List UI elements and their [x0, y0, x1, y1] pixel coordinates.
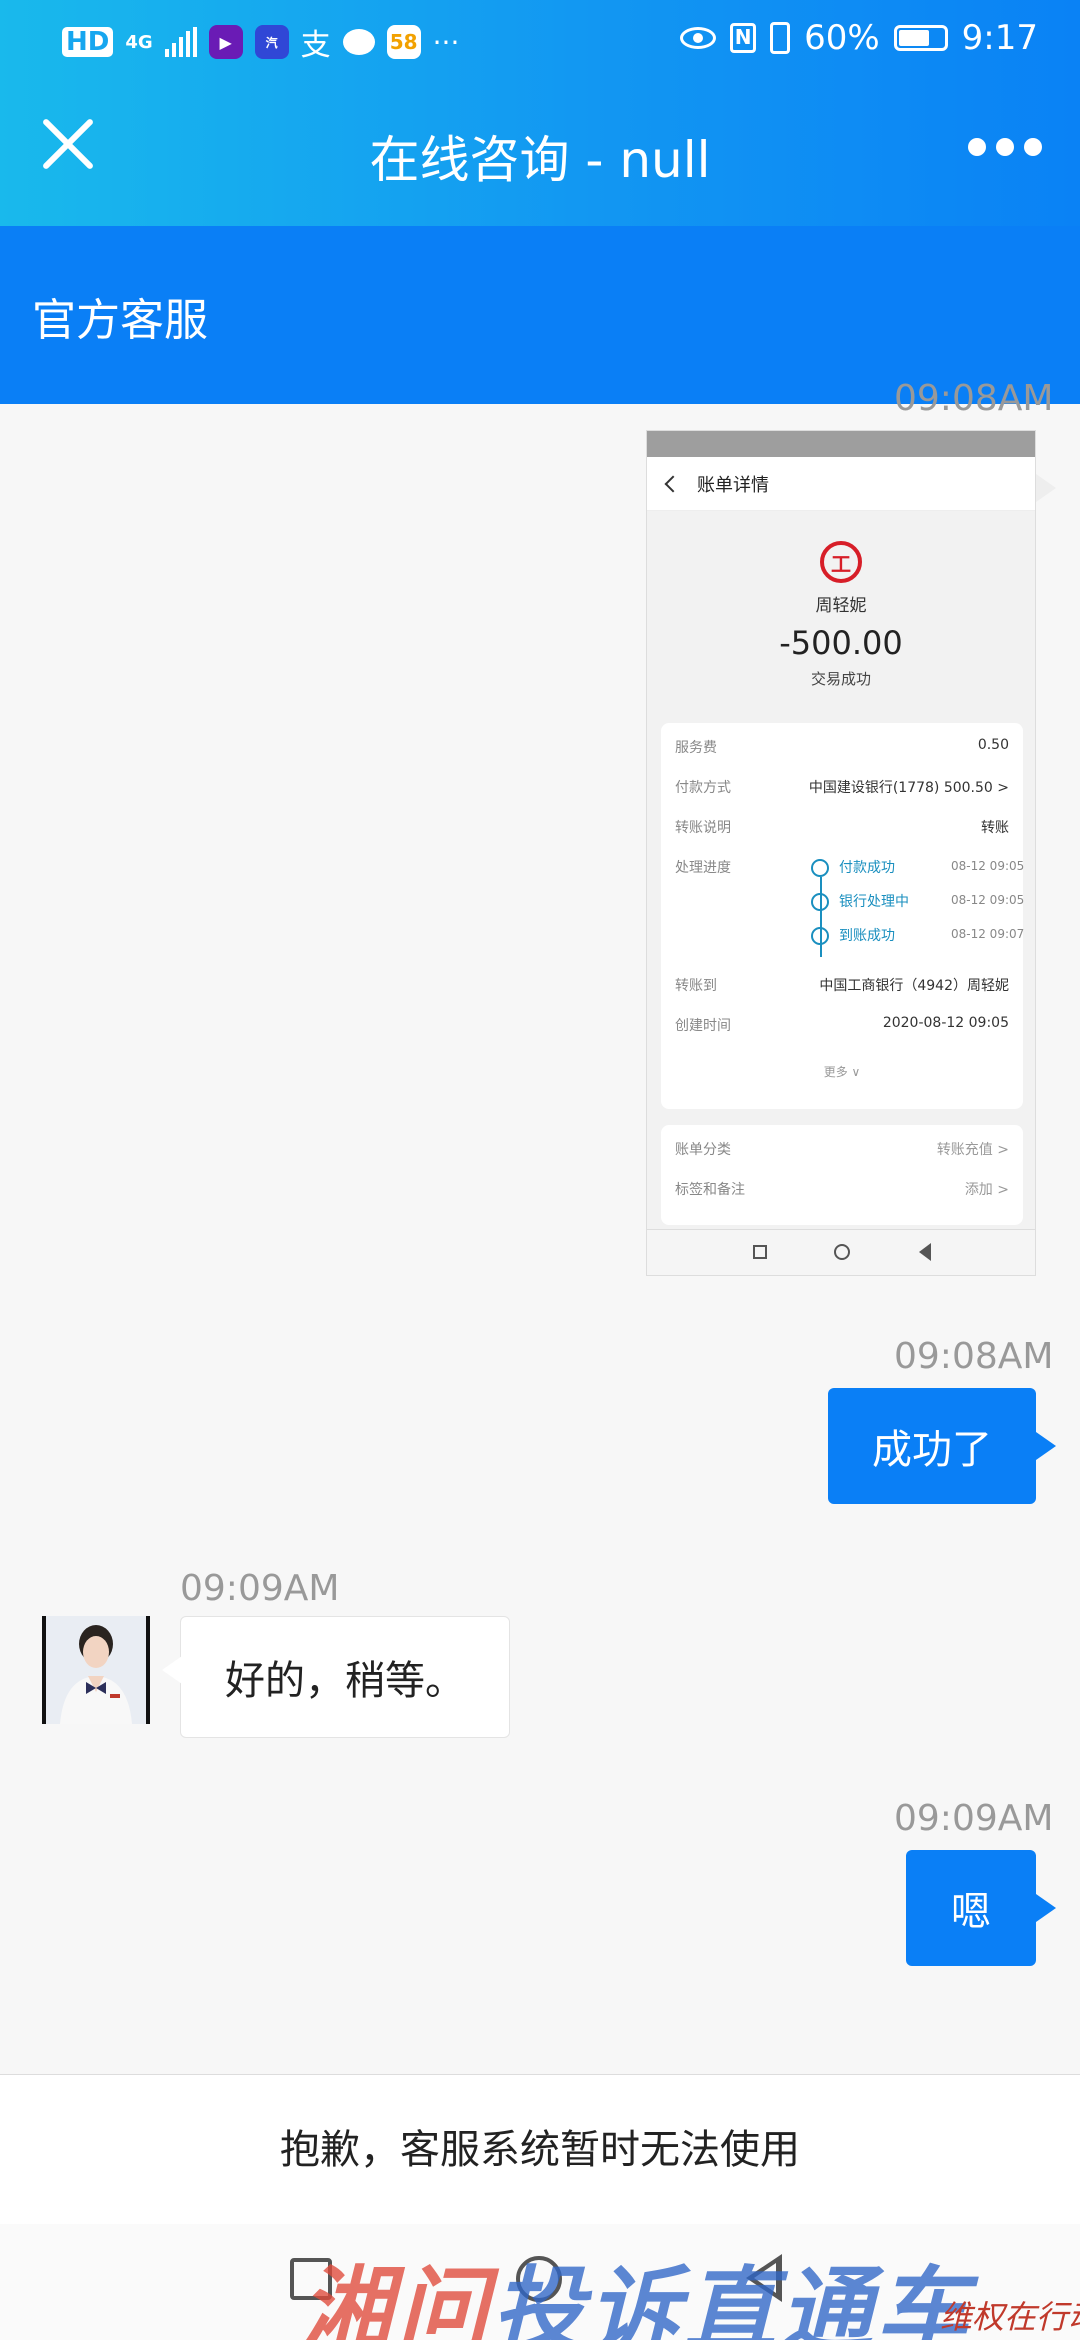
agent-avatar-image: [46, 1616, 146, 1724]
shot-amount: -500.00: [779, 624, 903, 662]
bubble-tail: [162, 1656, 182, 1684]
notice-text: 抱歉，客服系统暂时无法使用: [280, 2127, 800, 2173]
message-text: 成功了: [872, 1427, 992, 1473]
chat-area[interactable]: 09:08AM 账单详情 工 周轻妮 -500.00 交易成功 服务费 0.50 …: [0, 0, 1080, 2074]
shot-more-link: 更多 ∨: [823, 1065, 861, 1079]
shot-row: 标签和备注 添加 >: [675, 1182, 1009, 1198]
shot-summary: 工 周轻妮 -500.00 交易成功: [647, 511, 1035, 709]
chat-screen: HD 4G ▶ 汽 支 58 ··· N 60% 9:17 在线咨询 - nul…: [0, 0, 1080, 2340]
outgoing-message[interactable]: 嗯: [906, 1850, 1036, 1966]
bubble-tail: [1036, 474, 1056, 502]
shot-status-bar: [647, 431, 1035, 457]
incoming-message[interactable]: 好的，稍等。: [180, 1616, 510, 1738]
shot-row: 创建时间 2020-08-12 09:05: [675, 1015, 1009, 1034]
message-timestamp: 09:08AM: [894, 378, 1054, 419]
shot-status: 交易成功: [810, 670, 871, 688]
bubble-tail: [1036, 1894, 1056, 1922]
shot-title: 账单详情: [697, 474, 769, 496]
shot-detail-card: 服务费 0.50 付款方式 中国建设银行(1778) 500.50 > 转账说明 转账…: [661, 723, 1024, 1109]
progress-step: 银行处理中 08-12 09:05: [811, 891, 1024, 911]
watermark-slogan: 维权在行动: [940, 2298, 1080, 2336]
shot-nav-bar: [647, 1229, 1035, 1275]
shot-row: 服务费 0.50: [675, 737, 1009, 756]
shot-header: 账单详情: [647, 457, 1035, 511]
shot-row: 账单分类 转账充值 >: [675, 1142, 1009, 1158]
message-text: 嗯: [951, 1889, 991, 1935]
service-unavailable-notice: 抱歉，客服系统暂时无法使用: [0, 2074, 1080, 2224]
icbc-logo-icon: 工: [820, 541, 862, 583]
message-timestamp: 09:09AM: [180, 1568, 340, 1609]
shot-back-icon: [664, 475, 682, 492]
message-text: 好的，稍等。: [225, 1658, 465, 1704]
message-timestamp: 09:09AM: [894, 1798, 1054, 1839]
progress-line: [820, 877, 822, 957]
shot-row: 转账说明 转账: [675, 820, 1009, 836]
progress-step: 付款成功 08-12 09:05: [811, 857, 1024, 877]
shot-row: 转账到 中国工商银行（4942）周轻妮: [675, 978, 1009, 994]
watermark-logo: 湘问投诉直通车: [300, 2257, 973, 2340]
screenshot-image-message[interactable]: 账单详情 工 周轻妮 -500.00 交易成功 服务费 0.50 付款方式 中国建设…: [646, 430, 1036, 1276]
shot-circle-icon: [834, 1244, 850, 1260]
shot-category-card: 账单分类 转账充值 > 标签和备注 添加 >: [661, 1125, 1023, 1225]
bubble-tail: [1036, 1432, 1056, 1460]
shot-square-icon: [753, 1245, 767, 1259]
message-timestamp: 09:08AM: [894, 1336, 1054, 1377]
agent-avatar[interactable]: [42, 1616, 150, 1724]
shot-row: 付款方式 中国建设银行(1778) 500.50 >: [675, 780, 1009, 796]
progress-step: 到账成功 08-12 09:07: [811, 925, 1024, 945]
shot-back-nav-icon: [919, 1243, 931, 1261]
shot-payee: 周轻妮: [815, 596, 867, 616]
outgoing-message[interactable]: 成功了: [828, 1388, 1036, 1504]
